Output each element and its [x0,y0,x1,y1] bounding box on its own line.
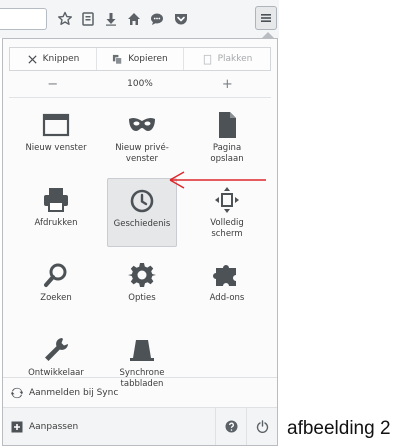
history-label: Geschiedenis [113,219,171,229]
help-button[interactable] [215,408,246,445]
history-button[interactable]: Geschiedenis [107,178,177,247]
zoom-controls: − 100% + [9,73,271,95]
application-menu-panel: Knippen Kopieren Plakken − 100% + Nieuw … [2,38,278,446]
menu-grid: Nieuw venster Nieuw privé- venster Pagin… [13,103,269,403]
sign-in-sync-row[interactable]: Aanmelden bij Sync [3,377,277,407]
copy-icon [113,54,123,64]
new-window-button[interactable]: Nieuw venster [13,103,99,178]
paste-icon [203,54,211,65]
print-label: Afdrukken [34,218,78,228]
hamburger-menu-icon[interactable] [255,6,277,30]
search-icon [40,259,72,291]
quit-button[interactable] [246,408,277,445]
copy-button[interactable]: Kopieren [97,48,184,70]
pocket-icon[interactable] [171,9,191,29]
download-icon[interactable] [101,9,121,29]
find-button[interactable]: Zoeken [13,253,99,328]
private-mask-icon [126,109,158,141]
fullscreen-label: Volledig scherm [210,218,244,239]
copy-label: Kopieren [128,54,168,64]
sync-tabs-icon [126,334,158,366]
power-icon [256,420,268,433]
divider [9,97,271,98]
new-window-icon [40,109,72,141]
sync-icon [11,387,23,398]
save-page-button[interactable]: Pagina opslaan [185,103,269,178]
cut-label: Knippen [42,54,80,64]
cut-button[interactable]: Knippen [10,48,97,70]
printer-icon [40,184,72,216]
history-clock-icon [126,185,158,217]
print-button[interactable]: Afdrukken [13,178,99,253]
help-icon [225,420,237,433]
figure-caption: afbeelding 2 [287,418,391,439]
browser-toolbar [0,0,279,38]
paste-label: Plakken [217,54,253,64]
scissors-icon [28,54,37,64]
new-window-label: Nieuw venster [25,143,87,153]
puzzle-icon [211,259,243,291]
bookmarks-list-icon[interactable] [78,9,98,29]
options-button[interactable]: Opties [99,253,185,328]
star-icon[interactable] [55,9,75,29]
customize-icon [11,421,23,432]
sign-in-sync-label: Aanmelden bij Sync [29,387,119,398]
save-page-label: Pagina opslaan [210,143,244,164]
home-icon[interactable] [124,9,144,29]
customize-label: Aanpassen [29,421,79,432]
gear-icon [126,259,158,291]
zoom-out-button[interactable]: − [9,73,96,95]
options-label: Opties [128,293,156,303]
addons-label: Add-ons [209,293,245,303]
wrench-icon [40,334,72,366]
annotation-arrow [169,171,266,189]
save-page-icon [211,109,243,141]
new-private-window-button[interactable]: Nieuw privé- venster [99,103,185,178]
new-private-window-label: Nieuw privé- venster [115,143,169,164]
chat-icon[interactable] [147,9,167,29]
paste-button[interactable]: Plakken [184,48,270,70]
customize-button[interactable]: Aanpassen [3,408,215,445]
panel-footer: Aanpassen [3,407,277,445]
edit-controls: Knippen Kopieren Plakken [9,47,271,71]
zoom-in-button[interactable]: + [184,73,271,95]
find-label: Zoeken [40,293,72,303]
addons-button[interactable]: Add-ons [185,253,269,328]
url-bar-fragment[interactable] [0,8,47,30]
zoom-reset-button[interactable]: 100% [96,73,183,95]
